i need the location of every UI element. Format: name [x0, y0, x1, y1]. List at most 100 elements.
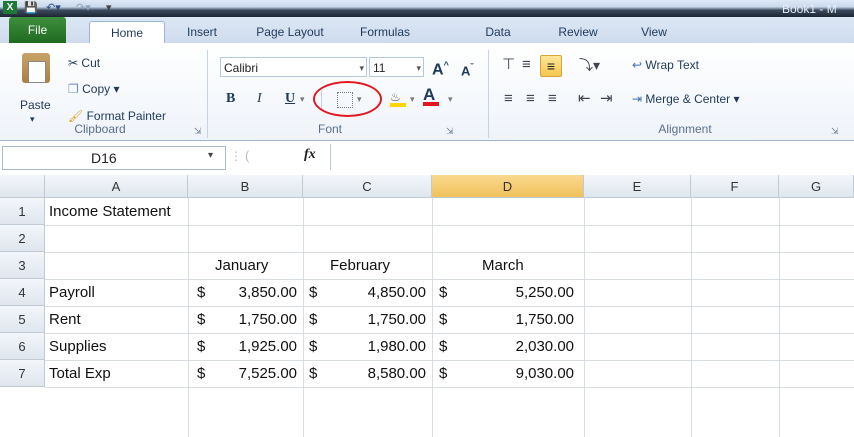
title-bar: X 💾 ↶▾ ↷▾ ▾ Book1 - M — [0, 0, 854, 17]
formula-bar-divider: ⋮ — [230, 149, 242, 163]
orientation-icon[interactable]: ⤵▾ — [579, 56, 600, 74]
fill-dropdown-icon[interactable]: ▾ — [410, 90, 415, 108]
wrap-text-button[interactable]: ↩ Wrap Text — [632, 56, 699, 74]
cell-c6[interactable]: 1,980.00 — [320, 333, 426, 360]
row-header[interactable]: 3 — [0, 252, 45, 279]
cell-c4[interactable]: 4,850.00 — [320, 279, 426, 306]
tab-page-layout[interactable]: Page Layout — [250, 21, 330, 43]
font-color-dropdown-icon[interactable]: ▾ — [448, 90, 453, 108]
grow-font-label: A — [432, 61, 444, 79]
align-left-icon[interactable]: ≡ — [504, 90, 513, 108]
grow-font-button[interactable]: A^ — [432, 56, 449, 79]
font-launcher-icon[interactable]: ⇲ — [446, 126, 454, 137]
tab-view[interactable]: View — [634, 21, 674, 43]
cell-d3[interactable]: March — [482, 252, 524, 279]
formula-bar: D16 ▾ ⋮ ( fx — [0, 140, 854, 176]
align-top-icon[interactable]: ⊤ — [502, 56, 515, 74]
cell-d6[interactable]: 2,030.00 — [450, 333, 574, 360]
row-header[interactable]: 6 — [0, 333, 45, 360]
tab-home[interactable]: Home — [89, 21, 165, 44]
column-header-d[interactable]: D — [432, 175, 584, 198]
gridline — [45, 225, 854, 226]
align-bottom-icon[interactable]: ≡ — [540, 55, 562, 77]
font-color-button[interactable]: A — [423, 86, 439, 106]
cell-d4[interactable]: 5,250.00 — [450, 279, 574, 306]
paste-icon[interactable] — [22, 53, 50, 83]
column-header-b[interactable]: B — [188, 175, 303, 198]
italic-button[interactable]: I — [257, 90, 262, 108]
cell-d5[interactable]: 1,750.00 — [450, 306, 574, 333]
tab-file[interactable]: File — [9, 17, 66, 43]
cell-c5[interactable]: 1,750.00 — [320, 306, 426, 333]
select-all-button[interactable] — [0, 175, 45, 198]
copy-button[interactable]: ❐ Copy ▾ — [68, 80, 119, 98]
alignment-launcher-icon[interactable]: ⇲ — [831, 126, 839, 137]
bold-button[interactable]: B — [226, 90, 235, 108]
tab-formulas[interactable]: Formulas — [352, 21, 418, 43]
cell-b6[interactable]: 1,925.00 — [200, 333, 297, 360]
cell-c3[interactable]: February — [330, 252, 390, 279]
column-header-e[interactable]: E — [584, 175, 691, 198]
font-color-label: A — [423, 85, 436, 104]
clipboard-launcher-icon[interactable]: ⇲ — [194, 126, 202, 137]
font-group-label: Font — [317, 122, 342, 136]
row-header[interactable]: 4 — [0, 279, 45, 306]
cell-b3[interactable]: January — [215, 252, 268, 279]
column-header-f[interactable]: F — [691, 175, 779, 198]
gridline — [779, 198, 780, 437]
font-size-select[interactable]: 11 ▾ — [369, 57, 424, 77]
tab-review[interactable]: Review — [552, 21, 604, 43]
cell-a6[interactable]: Supplies — [49, 333, 107, 360]
paint-bucket-icon: ♨ — [390, 90, 401, 104]
cell-a4[interactable]: Payroll — [49, 279, 95, 306]
tab-data[interactable]: Data — [480, 21, 516, 43]
underline-dropdown-icon[interactable]: ▾ — [300, 90, 305, 108]
decrease-indent-icon[interactable]: ⇤ — [578, 90, 591, 108]
gridline — [584, 198, 585, 437]
cell-b5[interactable]: 1,750.00 — [200, 306, 297, 333]
cut-label: Cut — [81, 56, 101, 70]
window-title: Book1 - M — [782, 2, 837, 16]
chevron-down-icon: ▾ — [359, 63, 364, 73]
separator — [330, 144, 331, 170]
underline-button[interactable]: U — [285, 90, 295, 108]
customize-qat-icon[interactable]: ▾ — [106, 1, 112, 16]
cell-b7[interactable]: 7,525.00 — [200, 360, 297, 387]
chevron-down-icon: ▾ — [208, 150, 214, 161]
shrink-font-label: A — [461, 63, 471, 79]
align-center-icon[interactable]: ≡ — [526, 90, 535, 108]
row-header[interactable]: 5 — [0, 306, 45, 333]
undo-icon[interactable]: ↶▾ — [46, 1, 61, 16]
align-middle-icon[interactable]: ≡ — [522, 56, 531, 74]
column-header-g[interactable]: G — [779, 175, 854, 198]
align-right-icon[interactable]: ≡ — [548, 90, 557, 108]
paintbrush-icon: 🖌 — [68, 109, 84, 123]
row-header[interactable]: 7 — [0, 360, 45, 387]
currency-symbol: $ — [439, 365, 448, 382]
cell-d7[interactable]: 9,030.00 — [450, 360, 574, 387]
shrink-font-button[interactable]: Aˇ — [461, 58, 473, 80]
cell-a5[interactable]: Rent — [49, 306, 81, 333]
fx-icon[interactable]: fx — [304, 147, 316, 163]
merge-center-button[interactable]: ⇥ Merge & Center ▾ — [632, 90, 739, 108]
increase-indent-icon[interactable]: ⇥ — [600, 90, 613, 108]
chevron-down-icon: ▾ — [416, 63, 421, 73]
cell-a1[interactable]: Income Statement — [49, 198, 171, 225]
tab-insert[interactable]: Insert — [180, 21, 224, 43]
save-icon[interactable]: 💾 — [24, 1, 38, 16]
redo-icon[interactable]: ↷▾ — [76, 1, 91, 16]
column-header-a[interactable]: A — [45, 175, 188, 198]
paste-dropdown-icon[interactable]: ▾ — [30, 110, 35, 128]
name-box[interactable]: D16 ▾ — [2, 146, 226, 170]
cell-a7[interactable]: Total Exp — [49, 360, 111, 387]
formula-input[interactable] — [336, 146, 851, 168]
paste-button[interactable]: Paste — [20, 96, 51, 114]
cell-c7[interactable]: 8,580.00 — [320, 360, 426, 387]
row-header[interactable]: 1 — [0, 198, 45, 225]
font-family-select[interactable]: Calibri ▾ — [220, 57, 367, 77]
fill-color-button[interactable]: ♨ — [390, 88, 406, 107]
row-header[interactable]: 2 — [0, 225, 45, 252]
cut-button[interactable]: ✂ Cut — [68, 54, 100, 72]
column-header-c[interactable]: C — [303, 175, 432, 198]
cell-b4[interactable]: 3,850.00 — [200, 279, 297, 306]
